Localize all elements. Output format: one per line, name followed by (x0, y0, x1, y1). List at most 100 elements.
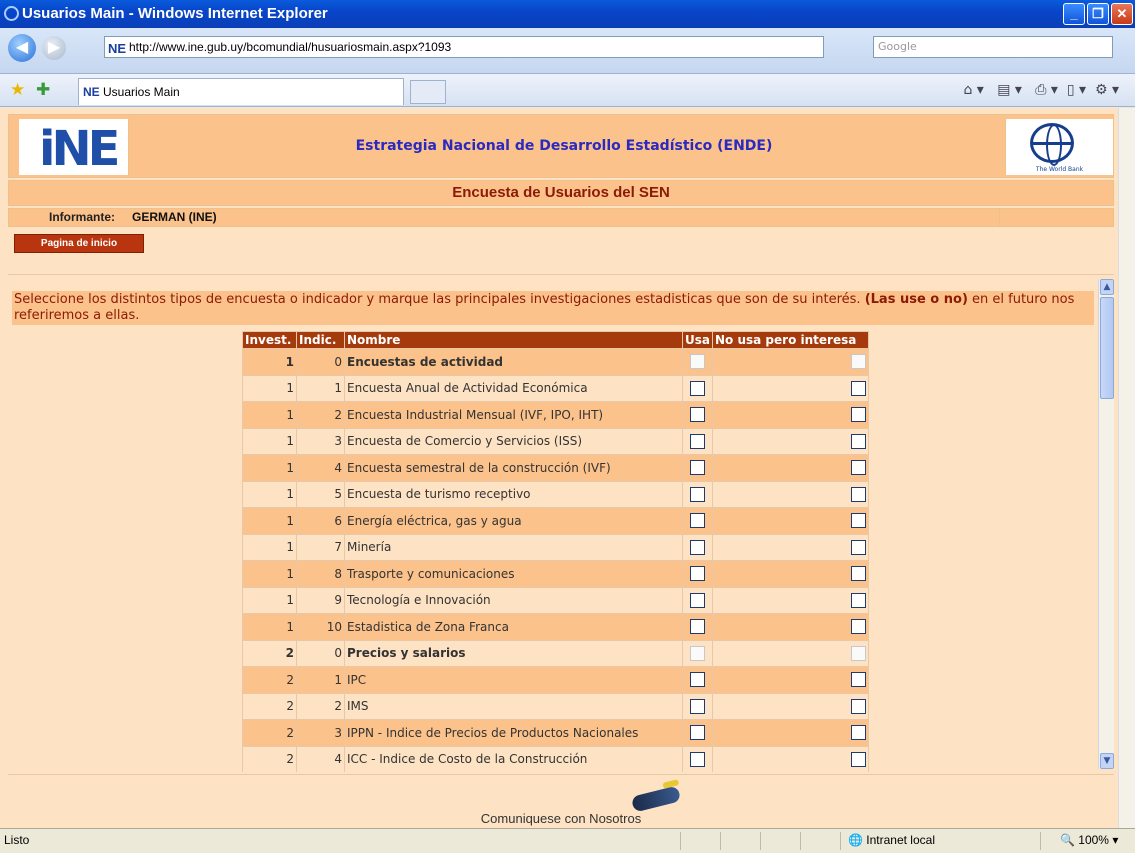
interesa-cell (712, 613, 869, 641)
interesa-checkbox[interactable] (851, 433, 866, 449)
usa-checkbox[interactable] (690, 539, 705, 555)
nombre-cell: Encuesta Anual de Actividad Económica (344, 374, 683, 402)
interesa-checkbox[interactable] (851, 725, 866, 741)
ie-icon (4, 6, 19, 21)
invest-cell: 2 (242, 692, 297, 720)
usa-cell (682, 613, 713, 641)
nombre-cell: Encuesta de turismo receptivo (344, 480, 683, 508)
usa-checkbox[interactable] (690, 566, 705, 582)
usa-checkbox (690, 354, 705, 370)
indic-cell: 10 (296, 613, 345, 641)
scroll-down-icon[interactable]: ▼ (1100, 753, 1114, 769)
usa-cell (682, 692, 713, 720)
informante-label: Informante: (49, 210, 115, 224)
indic-cell: 3 (296, 719, 345, 747)
forward-button[interactable]: ▶ (42, 36, 66, 60)
interesa-checkbox[interactable] (851, 380, 866, 396)
new-tab-button[interactable] (410, 80, 446, 104)
interesa-checkbox[interactable] (851, 460, 866, 476)
tab-usuarios-main[interactable]: NE Usuarios Main (78, 78, 404, 105)
usa-cell (682, 454, 713, 482)
usa-checkbox[interactable] (690, 380, 705, 396)
interesa-cell (712, 348, 869, 376)
window-titlebar: Usuarios Main - Windows Internet Explore… (0, 0, 1135, 28)
home-page-button[interactable]: Pagina de inicio (14, 234, 144, 253)
interesa-cell (712, 533, 869, 561)
nombre-cell: Encuesta semestral de la construcción (I… (344, 454, 683, 482)
indic-cell: 3 (296, 427, 345, 455)
usa-checkbox[interactable] (690, 407, 705, 423)
interesa-cell (712, 427, 869, 455)
nombre-cell: Encuestas de actividad (344, 348, 683, 376)
usa-checkbox[interactable] (690, 672, 705, 688)
usa-checkbox[interactable] (690, 433, 705, 449)
address-input[interactable]: NE http://www.ine.gub.uy/bcomundial/husu… (104, 36, 824, 58)
close-button[interactable]: ✕ (1111, 3, 1133, 25)
usa-checkbox[interactable] (690, 592, 705, 608)
table-row: 2 4 ICC - Indice de Costo de la Construcci… (242, 745, 869, 772)
usa-checkbox[interactable] (690, 619, 705, 635)
indic-cell: 0 (296, 639, 345, 667)
survey-table: Invest. Indic. Nombre Usa No usa pero in… (242, 331, 869, 772)
interesa-checkbox[interactable] (851, 672, 866, 688)
usa-checkbox[interactable] (690, 751, 705, 767)
table-row: 1 6 Energía eléctrica, gas y agua (242, 507, 869, 535)
interesa-checkbox[interactable] (851, 407, 866, 423)
indic-cell: 6 (296, 507, 345, 535)
usa-cell (682, 745, 713, 772)
home-icon[interactable]: ⌂ ▾ (963, 82, 983, 98)
interesa-cell (712, 745, 869, 772)
tools-gear-icon[interactable]: ⚙ ▾ (1095, 82, 1119, 98)
table-row: 1 8 Trasporte y comunicaciones (242, 560, 869, 588)
indic-cell: 4 (296, 745, 345, 772)
page-scrollbar[interactable] (1118, 108, 1135, 828)
invest-cell: 1 (242, 401, 297, 429)
invest-cell: 1 (242, 454, 297, 482)
usa-cell (682, 533, 713, 561)
interesa-checkbox[interactable] (851, 539, 866, 555)
search-input[interactable]: Google (873, 36, 1113, 58)
favorites-star-icon[interactable]: ★ (10, 80, 25, 100)
page-icon[interactable]: ▯ ▾ (1067, 82, 1086, 98)
table-row: 1 2 Encuesta Industrial Mensual (IVF, IPO,… (242, 401, 869, 429)
invest-cell: 2 (242, 666, 297, 694)
nombre-cell: Estadistica de Zona Franca (344, 613, 683, 641)
back-button[interactable]: ◀ (8, 34, 36, 62)
minimize-button[interactable]: _ (1063, 3, 1085, 25)
usa-checkbox[interactable] (690, 698, 705, 714)
interesa-checkbox[interactable] (851, 566, 866, 582)
scroll-up-icon[interactable]: ▲ (1100, 279, 1114, 295)
feeds-icon[interactable]: ▤ ▾ (997, 82, 1022, 98)
zone-indicator: 🌐 Intranet local (848, 833, 935, 847)
usa-checkbox[interactable] (690, 486, 705, 502)
contact-link[interactable]: Comuniquese con Nosotros (8, 811, 1114, 826)
col-nombre: Nombre (344, 331, 683, 349)
interesa-checkbox[interactable] (851, 619, 866, 635)
interesa-checkbox[interactable] (851, 592, 866, 608)
phone-icon[interactable] (630, 785, 682, 813)
scroll-thumb[interactable] (1100, 297, 1114, 399)
add-favorites-icon[interactable]: ✚ (36, 80, 50, 100)
interesa-checkbox[interactable] (851, 513, 866, 529)
zoom-level[interactable]: 🔍 100% ▾ (1060, 829, 1118, 851)
usa-checkbox[interactable] (690, 513, 705, 529)
interesa-checkbox[interactable] (851, 698, 866, 714)
world-bank-logo: The World Bank (1005, 119, 1113, 175)
col-no-usa: No usa pero interesa (712, 331, 869, 349)
table-row: 2 3 IPPN - Indice de Precios de Productos … (242, 719, 869, 747)
usa-checkbox[interactable] (690, 725, 705, 741)
interesa-checkbox[interactable] (851, 751, 866, 767)
table-scrollbar[interactable]: ▲ ▼ (1098, 279, 1114, 769)
interesa-checkbox (851, 645, 866, 661)
usa-cell (682, 507, 713, 535)
usa-cell (682, 666, 713, 694)
table-row: 1 0 Encuestas de actividad (242, 348, 869, 376)
interesa-checkbox[interactable] (851, 486, 866, 502)
nombre-cell: Encuesta Industrial Mensual (IVF, IPO, I… (344, 401, 683, 429)
maximize-button[interactable]: ❐ (1087, 3, 1109, 25)
instructions: Seleccione los distintos tipos de encues… (12, 291, 1094, 325)
usa-checkbox (690, 645, 705, 661)
usa-checkbox[interactable] (690, 460, 705, 476)
print-icon[interactable]: ⎙ ▾ (1035, 82, 1058, 98)
invest-cell: 1 (242, 613, 297, 641)
